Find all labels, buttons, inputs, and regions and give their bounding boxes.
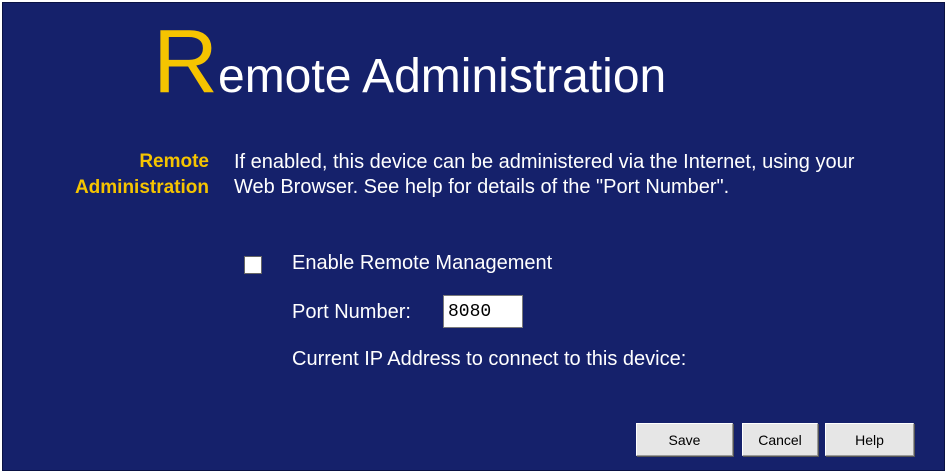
enable-remote-management-checkbox[interactable] [244, 256, 262, 274]
section-label-line2: Administration [74, 177, 209, 198]
page-title: Remote Administration [153, 17, 666, 107]
port-number-input[interactable] [443, 295, 523, 328]
remote-admin-panel: Remote Administration Remote Administrat… [2, 2, 945, 471]
port-number-label: Port Number: [292, 301, 411, 323]
page-title-rest: emote Administration [218, 50, 667, 103]
save-button[interactable]: Save [636, 423, 733, 456]
section-label-line1: Remote [139, 151, 209, 172]
section-description: If enabled, this device can be administe… [234, 151, 855, 198]
page-title-initial: R [153, 12, 218, 112]
current-ip-label: Current IP Address to connect to this de… [292, 348, 687, 370]
help-button[interactable]: Help [825, 423, 914, 456]
section-label: Remote Administration [75, 149, 209, 201]
enable-remote-management-label: Enable Remote Management [292, 252, 553, 274]
cancel-button[interactable]: Cancel [742, 423, 818, 456]
